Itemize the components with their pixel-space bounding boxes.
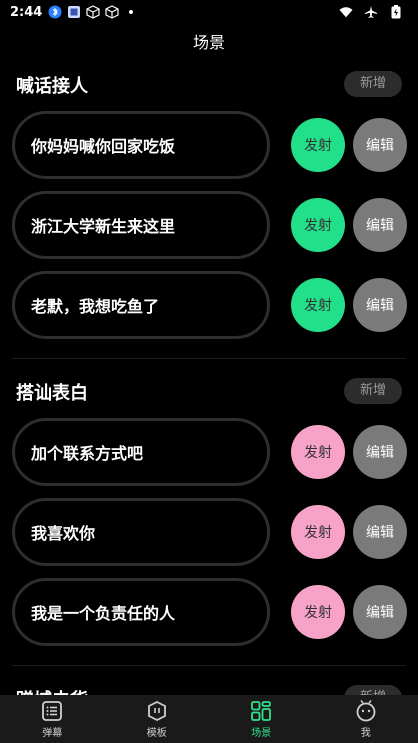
add-button[interactable]: 新增 [344,71,402,97]
fire-button[interactable]: 发射 [291,585,345,639]
bottom-tab-bar: 弹幕 模板 场景 我 [0,695,418,743]
status-bar: 2:44 [0,0,418,24]
page-title: 场景 [192,33,225,52]
battery-icon [389,5,403,19]
section-title: 蹭城去货 [16,686,88,695]
tab-scene[interactable]: 场景 [209,695,314,743]
airplane-icon [364,5,378,19]
scene-text-pill[interactable]: 浙江大学新生来这里 [12,191,270,259]
list-item: 你妈妈喊你回家吃饭 发射 编辑 [0,110,418,190]
section-title: 搭讪表白 [16,383,88,404]
section-divider [12,358,406,359]
list-item: 我是一个负责任的人 发射 编辑 [0,577,418,657]
scene-text-pill[interactable]: 我喜欢你 [12,498,270,566]
list-item: 加个联系方式吧 发射 编辑 [0,417,418,497]
section-flirt-confess: 搭讪表白 新增 加个联系方式吧 发射 编辑 我喜欢你 发射 编辑 我是一个负责任… [0,369,418,657]
app-notification-icon [67,5,81,19]
edit-button[interactable]: 编辑 [353,118,407,172]
list-item: 我喜欢你 发射 编辑 [0,497,418,577]
scene-text-pill[interactable]: 加个联系方式吧 [12,418,270,486]
section-title: 喊话接人 [16,76,88,97]
tab-label: 场景 [251,727,272,739]
section-call-pickup: 喊话接人 新增 你妈妈喊你回家吃饭 发射 编辑 浙江大学新生来这里 发射 编辑 … [0,62,418,350]
fire-button[interactable]: 发射 [291,505,345,559]
cube-icon [86,5,100,19]
edit-button[interactable]: 编辑 [353,278,407,332]
list-item: 浙江大学新生来这里 发射 编辑 [0,190,418,270]
profile-icon [356,699,376,721]
status-time: 2:44 [10,4,43,20]
grid-icon [251,700,272,721]
edit-button[interactable]: 编辑 [353,425,407,479]
tab-label: 弹幕 [42,727,63,739]
tab-label: 模板 [146,727,167,739]
fire-button[interactable]: 发射 [291,278,345,332]
tab-danmaku[interactable]: 弹幕 [0,695,105,743]
edit-button[interactable]: 编辑 [353,585,407,639]
add-button[interactable]: 新增 [344,685,402,695]
edit-button[interactable]: 编辑 [353,198,407,252]
list-item: 老默，我想吃鱼了 发射 编辑 [0,270,418,350]
bluetooth-icon [48,5,62,19]
section-third: 蹭城去货 新增 [0,676,418,695]
fire-button[interactable]: 发射 [291,425,345,479]
fire-button[interactable]: 发射 [291,118,345,172]
scene-text-pill[interactable]: 老默，我想吃鱼了 [12,271,270,339]
scene-text-pill[interactable]: 我是一个负责任的人 [12,578,270,646]
dot-icon [124,5,138,19]
scene-list[interactable]: 喊话接人 新增 你妈妈喊你回家吃饭 发射 编辑 浙江大学新生来这里 发射 编辑 … [0,62,418,695]
wifi-icon [339,5,353,19]
add-button[interactable]: 新增 [344,378,402,404]
tab-me[interactable]: 我 [314,695,418,743]
list-icon [42,700,63,721]
template-icon [147,700,166,721]
edit-button[interactable]: 编辑 [353,505,407,559]
tab-template[interactable]: 模板 [105,695,210,743]
cube-icon [105,5,119,19]
fire-button[interactable]: 发射 [291,198,345,252]
scene-text-pill[interactable]: 你妈妈喊你回家吃饭 [12,111,270,179]
section-divider [12,665,406,666]
tab-label: 我 [360,727,371,739]
